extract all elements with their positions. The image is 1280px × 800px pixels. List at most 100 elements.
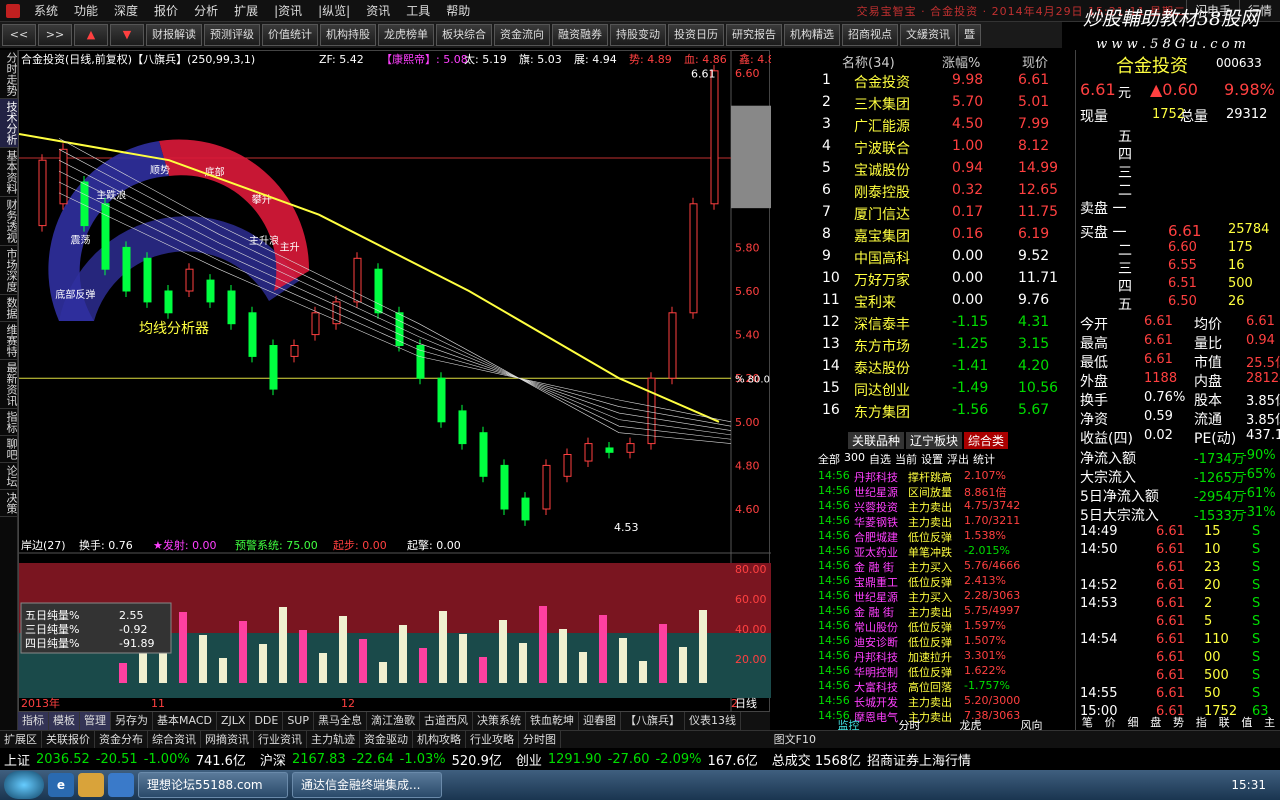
task-tdx[interactable]: 通达信金融终端集成... [292, 772, 442, 798]
kline-chart-panel[interactable]: 合金投资(日线,前复权)【八旗兵】(250,99,3,1) ZF: 5.42 【康熙… [18, 50, 771, 713]
kline-chart-svg[interactable]: 合金投资(日线,前复权)【八旗兵】(250,99,3,1) ZF: 5.42 【康熙… [19, 51, 771, 713]
left-tab-8[interactable]: 指标 [0, 409, 18, 436]
quote-row[interactable]: 7 厦门信达 0.17 11.75 [818, 202, 1062, 224]
indicator-tab-7[interactable]: SUP [283, 712, 314, 730]
toolbar-button-2[interactable]: 价值统计 [262, 24, 318, 46]
bottom-tab-7[interactable]: 资金驱动 [360, 731, 413, 748]
quote-row[interactable]: 5 宝诚股份 0.94 14.99 [818, 158, 1062, 180]
toolbar-button-8[interactable]: 持股变动 [610, 24, 666, 46]
filter-5[interactable]: 浮出 [947, 451, 969, 467]
quote-row[interactable]: 10 万好万家 0.00 11.71 [818, 268, 1062, 290]
quote-row[interactable]: 12 深信泰丰 -1.15 4.31 [818, 312, 1062, 334]
f10-tab[interactable]: 图文F10 [770, 731, 820, 748]
task-forum[interactable]: 理想论坛55188.com [138, 772, 288, 798]
indicator-tab-6[interactable]: DDE [250, 712, 284, 730]
tick-row[interactable]: 14:56 华明控制 低位反弹 1.622% [818, 664, 1062, 679]
bottom-tab-3[interactable]: 综合资讯 [148, 731, 201, 748]
toolbar-button-4[interactable]: 龙虎榜单 [378, 24, 434, 46]
toolbar-button-14[interactable]: 暨 [958, 24, 981, 46]
left-tab-7[interactable]: 最新资讯 [0, 360, 18, 409]
left-tab-3[interactable]: 财务透视 [0, 197, 18, 246]
indicator-tab-14[interactable]: 【八旗兵】 [621, 712, 685, 730]
tick-row[interactable]: 14:56 常山股份 低位反弹 1.597% [818, 619, 1062, 634]
menu-item-1[interactable]: 功能 [66, 0, 106, 22]
clock[interactable]: 15:31 [1231, 778, 1266, 792]
stock-tab-7[interactable]: 值 [1235, 714, 1258, 730]
indicator-tab-8[interactable]: 黑马全息 [314, 712, 367, 730]
stock-tab-5[interactable]: 指 [1190, 714, 1213, 730]
toolbar-button-0[interactable]: 财报解读 [146, 24, 202, 46]
left-tab-6[interactable]: 维赛特 [0, 322, 18, 360]
filter-4[interactable]: 设置 [921, 451, 943, 467]
tick-row[interactable]: 14:56 金 融 街 主力卖出 5.75/4997 [818, 604, 1062, 619]
filter-0[interactable]: 全部 [818, 451, 840, 467]
taskbar-folder-icon[interactable] [78, 773, 104, 797]
left-tab-4[interactable]: 市场深度 [0, 246, 18, 295]
bottom-tab-2[interactable]: 资金分布 [95, 731, 148, 748]
quote-row[interactable]: 14 泰达股份 -1.41 4.20 [818, 356, 1062, 378]
indicator-tab-4[interactable]: 基本MACD [153, 712, 217, 730]
tick-row[interactable]: 14:56 大富科技 高位回落 -1.757% [818, 679, 1062, 694]
left-tab-2[interactable]: 基本资料 [0, 148, 18, 197]
indicator-tab-12[interactable]: 铁血乾坤 [526, 712, 579, 730]
toolbar-button-3[interactable]: 机构持股 [320, 24, 376, 46]
quote-row[interactable]: 15 同达创业 -1.49 10.56 [818, 378, 1062, 400]
left-tab-5[interactable]: 数据 [0, 295, 18, 322]
left-tab-9[interactable]: 聊吧 [0, 436, 18, 463]
indicator-tab-5[interactable]: ZJLX [217, 712, 251, 730]
indicator-tab-0[interactable]: 指标 [18, 712, 49, 730]
stock-tab-0[interactable]: 笔 [1076, 714, 1099, 730]
tick-row[interactable]: 14:56 丹邦科技 撑杆跳高 2.107% [818, 469, 1062, 484]
nav-button-1[interactable]: >> [38, 24, 72, 46]
indicator-tab-10[interactable]: 古道西风 [420, 712, 473, 730]
bottom-tab-0[interactable]: 扩展区 [0, 731, 42, 748]
nav-button-0[interactable]: << [2, 24, 36, 46]
quote-row[interactable]: 8 嘉宝集团 0.16 6.19 [818, 224, 1062, 246]
left-tab-1[interactable]: 技术分析 [0, 99, 18, 148]
bottom-tab-4[interactable]: 网摘资讯 [201, 731, 254, 748]
tick-row[interactable]: 14:56 兴蓉投资 主力卖出 4.75/3742 [818, 499, 1062, 514]
menu-item-0[interactable]: 系统 [26, 0, 66, 22]
quote-row[interactable]: 4 宁波联合 1.00 8.12 [818, 136, 1062, 158]
toolbar-button-11[interactable]: 机构精选 [784, 24, 840, 46]
quote-row[interactable]: 9 中国高科 0.00 9.52 [818, 246, 1062, 268]
filter-1[interactable]: 300 [844, 451, 865, 467]
quote-row[interactable]: 2 三木集团 5.70 5.01 [818, 92, 1062, 114]
left-tab-10[interactable]: 论坛 [0, 463, 18, 490]
index-name[interactable]: 上证 [4, 750, 30, 769]
tick-row[interactable]: 14:56 金 融 街 主力买入 5.76/4666 [818, 559, 1062, 574]
tick-row[interactable]: 14:56 世纪星源 区间放量 8.861倍 [818, 484, 1062, 499]
menu-item-6[interactable]: |资讯 [266, 0, 310, 22]
tick-row[interactable]: 14:56 世纪星源 主力买入 2.28/3063 [818, 589, 1062, 604]
toolbar-button-7[interactable]: 融资融券 [552, 24, 608, 46]
toolbar-button-1[interactable]: 预测评级 [204, 24, 260, 46]
toolbar-button-5[interactable]: 板块综合 [436, 24, 492, 46]
stock-tab-8[interactable]: 主 [1258, 714, 1280, 730]
stock-tab-2[interactable]: 细 [1122, 714, 1145, 730]
bottom-tab-10[interactable]: 分时图 [519, 731, 561, 748]
stock-tab-4[interactable]: 势 [1167, 714, 1190, 730]
quote-tab-0[interactable]: 关联品种 [848, 432, 905, 449]
quote-tab-2[interactable]: 综合类 [964, 432, 1009, 449]
quote-tab-1[interactable]: 辽宁板块 [906, 432, 963, 449]
menu-item-2[interactable]: 深度 [106, 0, 146, 22]
tick-row[interactable]: 14:56 宝鼎重工 低位反弹 2.413% [818, 574, 1062, 589]
bottom-tab-8[interactable]: 机构攻略 [413, 731, 466, 748]
menu-item-4[interactable]: 分析 [186, 0, 226, 22]
left-tab-0[interactable]: 分时走势 [0, 50, 18, 99]
indicator-tab-1[interactable]: 模板 [49, 712, 80, 730]
tick-row[interactable]: 14:56 华菱钢铁 主力卖出 1.70/3211 [818, 514, 1062, 529]
indicator-tab-2[interactable]: 管理 [80, 712, 111, 730]
menu-item-3[interactable]: 报价 [146, 0, 186, 22]
menu-item-8[interactable]: 资讯 [358, 0, 398, 22]
indicator-tab-3[interactable]: 另存为 [111, 712, 153, 730]
tick-row[interactable]: 14:56 亚太药业 单笔冲跌 -2.015% [818, 544, 1062, 559]
nav-button-3[interactable]: ▼ [110, 24, 144, 46]
period-label[interactable]: 日线 [735, 696, 757, 710]
index-name[interactable]: 沪深 [260, 750, 286, 769]
toolbar-button-9[interactable]: 投资日历 [668, 24, 724, 46]
stock-tab-3[interactable]: 盘 [1144, 714, 1167, 730]
quote-row[interactable]: 3 广汇能源 4.50 7.99 [818, 114, 1062, 136]
quote-row[interactable]: 11 宝利来 0.00 9.76 [818, 290, 1062, 312]
quote-row[interactable]: 6 刚泰控股 0.32 12.65 [818, 180, 1062, 202]
